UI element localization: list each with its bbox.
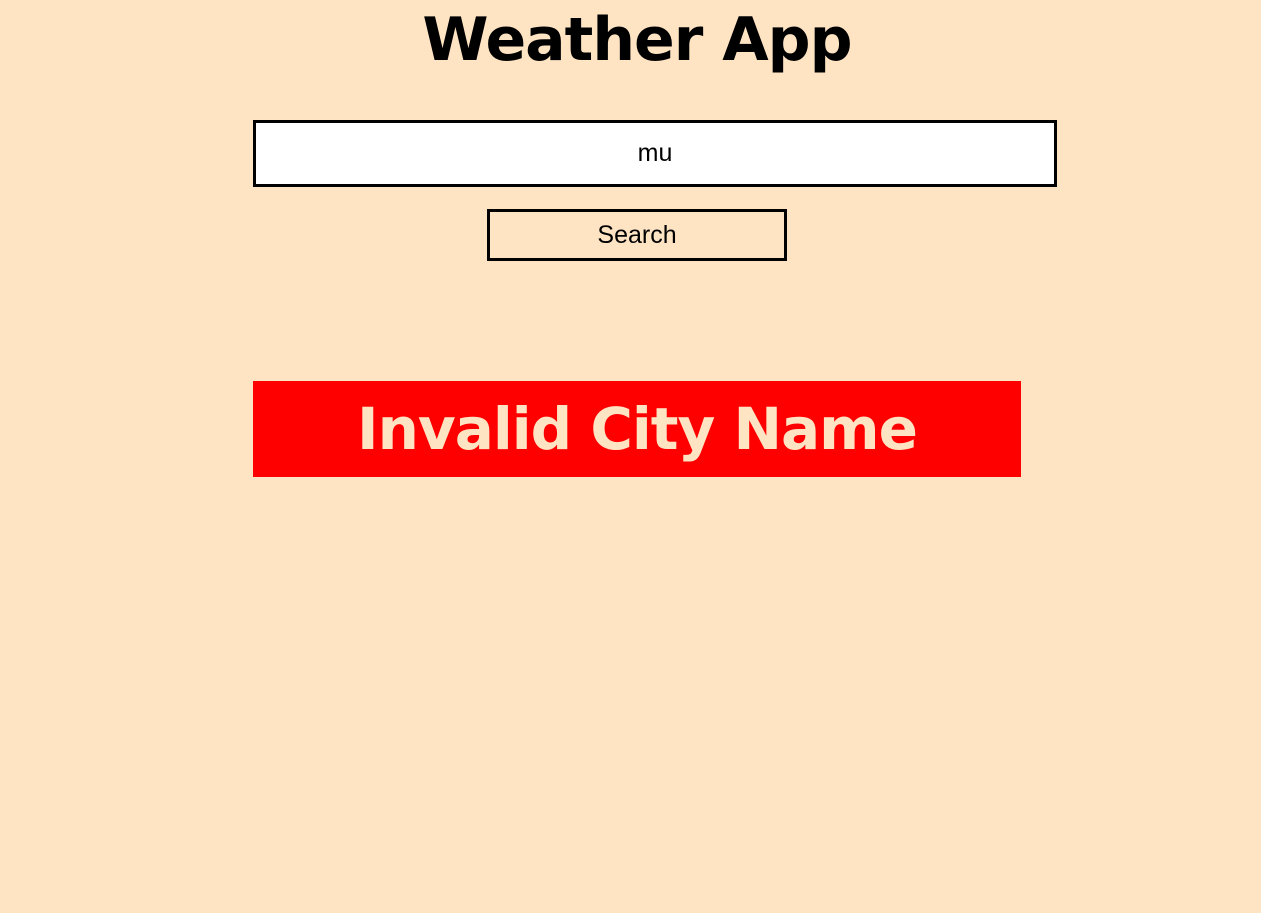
page-title: Weather App [422, 5, 852, 75]
search-button[interactable]: Search [487, 209, 787, 261]
city-search-input[interactable] [253, 120, 1057, 187]
error-message: Invalid City Name [253, 381, 1021, 477]
